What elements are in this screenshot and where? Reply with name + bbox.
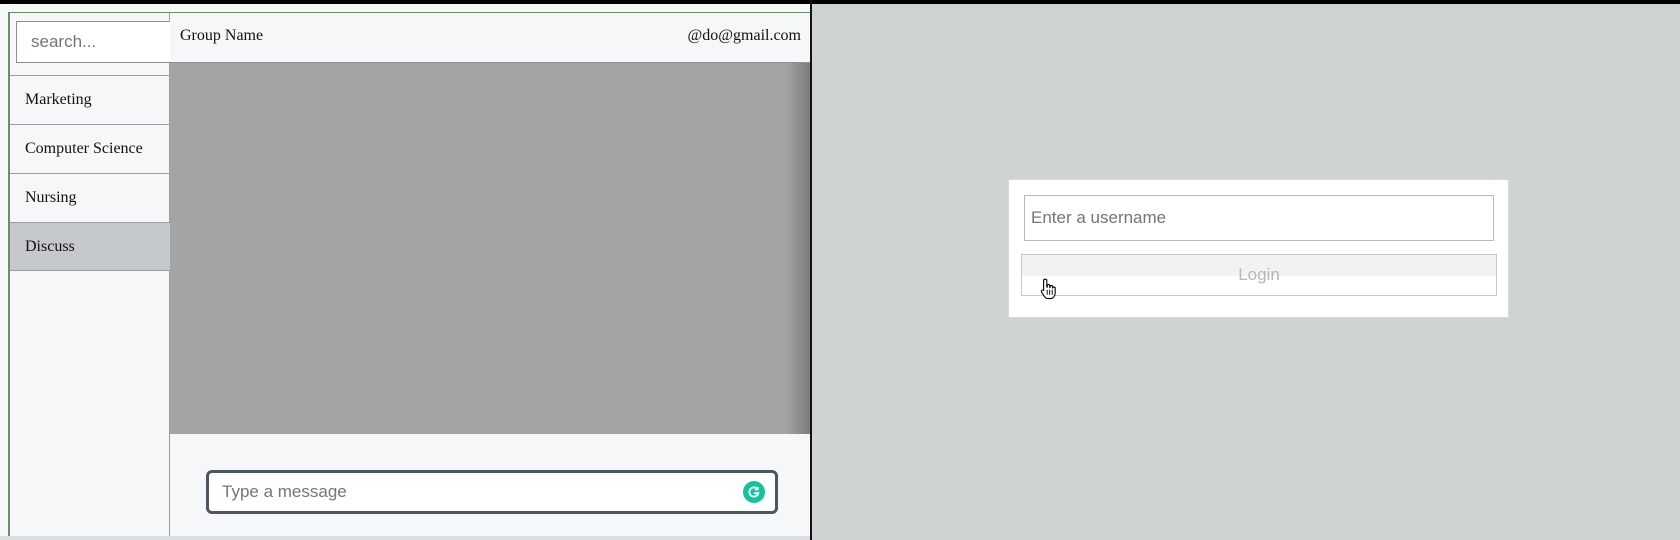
- chat-header: Group Name @do@gmail.com: [170, 13, 810, 63]
- sidebar-item-nursing[interactable]: Nursing: [10, 173, 170, 222]
- user-email: @do@gmail.com: [687, 27, 801, 44]
- grammarly-g-glyph: [748, 486, 760, 498]
- bottom-scrollbar-strip: [0, 536, 810, 540]
- group-list: Marketing Computer Science Nursing Discu…: [10, 75, 170, 271]
- hand-pointer-icon: [1040, 278, 1056, 300]
- pane-edge-shadow: [786, 63, 810, 434]
- message-input[interactable]: [206, 470, 778, 514]
- search-input[interactable]: [16, 21, 176, 63]
- messages-area[interactable]: [170, 63, 810, 434]
- sidebar-item-discuss[interactable]: Discuss: [10, 222, 170, 271]
- grammarly-icon[interactable]: [743, 481, 765, 503]
- message-composer: [170, 434, 810, 540]
- sidebar: Marketing Computer Science Nursing Discu…: [10, 13, 176, 540]
- group-name-title: Group Name: [180, 27, 264, 44]
- login-card: Login: [1008, 179, 1509, 318]
- sidebar-item-computer-science[interactable]: Computer Science: [10, 124, 170, 173]
- chat-app-window: Marketing Computer Science Nursing Discu…: [0, 4, 810, 540]
- sidebar-item-marketing[interactable]: Marketing: [10, 75, 170, 124]
- login-window: Login: [812, 4, 1680, 540]
- username-input[interactable]: [1024, 195, 1494, 241]
- login-button[interactable]: Login: [1021, 254, 1497, 296]
